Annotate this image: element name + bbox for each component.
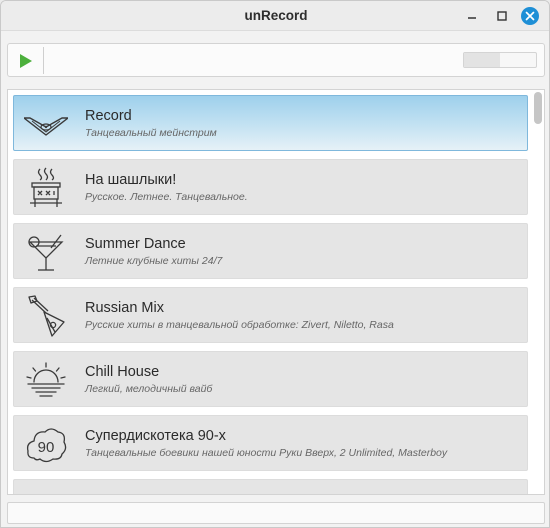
station-item-na-shashlyki[interactable]: На шашлыки! Русское. Летнее. Танцевально…	[13, 159, 528, 215]
sunset-icon	[24, 358, 68, 402]
grill-icon	[24, 166, 68, 210]
record-wings-logo-icon	[24, 102, 68, 146]
minimize-button[interactable]	[462, 6, 482, 26]
station-item-partial[interactable]	[13, 479, 528, 494]
station-name: На шашлыки!	[85, 172, 177, 188]
volume-bar[interactable]	[463, 52, 537, 68]
station-name: Chill House	[85, 364, 160, 380]
close-button[interactable]	[520, 6, 540, 26]
list-scrollbar[interactable]	[534, 92, 542, 124]
station-item-russian-mix[interactable]: Russian Mix Русские хиты в танцевальной …	[13, 287, 528, 343]
station-description: Летние клубные хиты 24/7	[85, 255, 223, 267]
cloud-90-icon: 90	[24, 422, 68, 466]
station-name: Summer Dance	[85, 236, 186, 252]
station-description: Русские хиты в танцевальной обработке: Z…	[85, 319, 394, 331]
station-description: Танцевальный мейнстрим	[85, 127, 217, 139]
station-description: Танцевальные боевики нашей юности Руки В…	[85, 447, 448, 459]
cocktail-glass-icon	[24, 230, 68, 274]
minimize-icon	[468, 17, 476, 19]
station-item-summer-dance[interactable]: Summer Dance Летние клубные хиты 24/7	[13, 223, 528, 279]
station-item-superdiskoteka-90[interactable]: 90 Супердискотека 90-х Танцевальные боев…	[13, 415, 528, 471]
balalaika-icon	[24, 294, 68, 338]
station-name: Супердискотека 90-х	[85, 428, 226, 444]
station-item-chill-house[interactable]: Chill House Легкий, мелодичный вайб	[13, 351, 528, 407]
station-description: Русское. Летнее. Танцевальное.	[85, 191, 248, 203]
station-list: Record Танцевальный мейнстрим На шашлыки…	[13, 95, 528, 494]
player-toolbar	[7, 43, 545, 77]
app-window: unRecord Record Танцевальный мейнстрим Н…	[0, 0, 550, 528]
maximize-icon	[497, 11, 507, 21]
maximize-button[interactable]	[492, 6, 512, 26]
svg-text:90: 90	[38, 439, 55, 456]
partial-station-icon	[24, 486, 68, 494]
status-bar	[7, 502, 545, 524]
station-name: Russian Mix	[85, 300, 164, 316]
station-item-record[interactable]: Record Танцевальный мейнстрим	[13, 95, 528, 151]
station-name: Record	[85, 108, 132, 124]
play-icon	[20, 54, 32, 68]
close-icon	[521, 7, 539, 25]
station-list-frame: Record Танцевальный мейнстрим На шашлыки…	[7, 89, 545, 495]
play-button[interactable]	[14, 50, 36, 72]
station-description: Легкий, мелодичный вайб	[85, 383, 213, 395]
titlebar: unRecord	[1, 1, 549, 31]
toolbar-divider	[43, 47, 44, 74]
volume-bar-fill	[464, 53, 500, 67]
